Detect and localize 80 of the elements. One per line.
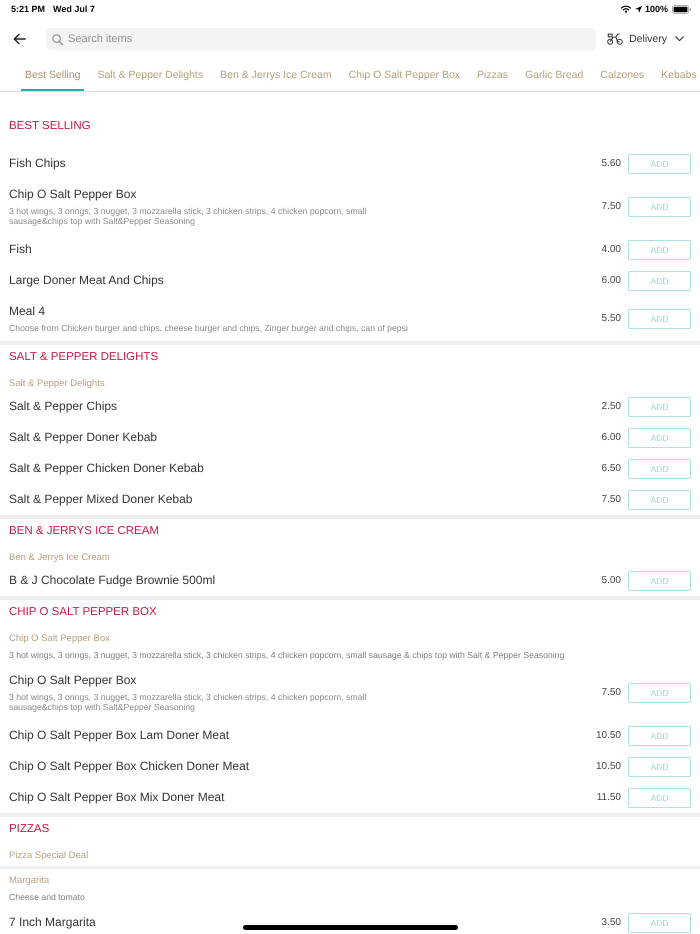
add-button[interactable]: ADD — [628, 270, 691, 290]
section-heading: BEN & JERRYS ICE CREAM — [9, 524, 159, 538]
section-heading: BEST SELLING — [9, 119, 91, 133]
add-button[interactable]: ADD — [628, 490, 691, 510]
subcategory-title: Pizza Special Deal — [9, 849, 88, 863]
add-button[interactable]: ADD — [628, 458, 691, 478]
delivery-dropdown[interactable]: Delivery — [607, 33, 684, 45]
add-button[interactable]: ADD — [628, 308, 691, 328]
battery-percent: 100% — [644, 4, 668, 14]
subcategory-title: Salt & Pepper Delights — [9, 377, 105, 391]
category-tab[interactable]: Pizzas — [473, 60, 512, 91]
add-button[interactable]: ADD — [628, 154, 691, 174]
item-name: Chip O Salt Pepper Box Lam Doner Meat — [9, 728, 230, 743]
wifi-icon — [620, 5, 631, 13]
back-arrow-icon[interactable] — [13, 33, 26, 45]
item-price: 5.50 — [602, 313, 621, 324]
item-name: Salt & Pepper Chips — [9, 399, 118, 414]
item-price: 6.50 — [602, 463, 621, 474]
item-price: 6.00 — [602, 275, 621, 286]
section-heading: CHIP O SALT PEPPER BOX — [9, 605, 157, 619]
subcategory-title: Ben & Jerrys Ice Cream — [9, 551, 110, 565]
add-button[interactable]: ADD — [628, 788, 691, 808]
item-price: 5.00 — [602, 575, 621, 586]
item-name: Salt & Pepper Mixed Doner Kebab — [9, 492, 192, 507]
subcategory-description: Cheese and tomato — [9, 891, 85, 903]
category-tab[interactable]: Garlic Bread — [520, 60, 588, 91]
category-tab[interactable]: Salt & Pepper Delights — [93, 60, 208, 91]
add-button[interactable]: ADD — [628, 196, 691, 216]
search-field[interactable]: Search items — [46, 28, 596, 50]
item-price: 4.00 — [602, 244, 621, 255]
item-name: Meal 4 — [9, 304, 46, 319]
item-price: 7.50 — [602, 201, 621, 212]
chevron-down-icon — [675, 36, 684, 42]
item-price: 10.50 — [596, 761, 621, 772]
item-description: 3 hot wings, 3 orings, 3 nugget, 3 mozzarella stick, 3 chicken strips, 4 chicken popcorn, small sausage&chips top with Salt&Pepper Seasoning — [9, 692, 368, 712]
add-button[interactable]: ADD — [628, 428, 691, 448]
add-button[interactable]: ADD — [628, 570, 691, 590]
bicycle-icon — [607, 33, 624, 45]
status-date: Wed Jul 7 — [53, 4, 95, 14]
item-name: B & J Chocolate Fudge Brownie 500ml — [9, 573, 216, 588]
battery-icon — [672, 4, 691, 14]
item-price: 5.60 — [602, 158, 621, 169]
location-arrow-icon — [634, 6, 642, 12]
item-name: Chip O Salt Pepper Box — [9, 187, 136, 202]
subcategory-description: 3 hot wings, 3 orings, 3 nugget, 3 mozzarella stick, 3 chicken strips, 4 chicken popcorn, small sausage & chips top with Salt & Pepper Seasoning — [9, 649, 564, 661]
item-price: 7.50 — [602, 687, 621, 698]
item-name: Salt & Pepper Chicken Doner Kebab — [9, 461, 204, 476]
category-tab[interactable]: Best Selling — [21, 60, 84, 91]
item-name: 7 Inch Margarita — [9, 915, 96, 930]
item-price: 3.50 — [602, 917, 621, 928]
subcategory-title: Margarita — [9, 874, 50, 888]
item-name: Chip O Salt Pepper Box Mix Doner Meat — [9, 790, 224, 805]
item-name: Salt & Pepper Doner Kebab — [9, 430, 158, 445]
category-tab[interactable]: Ben & Jerrys Ice Cream — [216, 60, 336, 91]
subcategory-title: Chip O Salt Pepper Box — [9, 632, 110, 646]
item-name: Chip O Salt Pepper Box — [9, 673, 136, 688]
add-button[interactable]: ADD — [628, 682, 691, 702]
add-button[interactable]: ADD — [628, 396, 691, 416]
item-price: 2.50 — [602, 401, 621, 412]
add-button[interactable]: ADD — [628, 726, 691, 746]
item-price: 11.50 — [596, 792, 621, 803]
add-button[interactable]: ADD — [628, 240, 691, 260]
search-icon — [52, 34, 63, 44]
add-button[interactable]: ADD — [628, 912, 691, 932]
item-name: Fish — [9, 242, 32, 257]
category-tab[interactable]: Chip O Salt Pepper Box — [344, 60, 464, 91]
category-tab[interactable]: Calzones — [596, 60, 648, 91]
item-name: Large Doner Meat And Chips — [9, 273, 164, 288]
item-description: 3 hot wings, 3 orings, 3 nugget, 3 mozzarella stick, 3 chicken strips, 4 chicken popcorn, small sausage&chips top with Salt&Pepper Seasoning — [9, 206, 368, 226]
item-name: Fish Chips — [9, 156, 66, 171]
section-heading: SALT & PEPPER DELIGHTS — [9, 350, 158, 364]
add-button[interactable]: ADD — [628, 756, 691, 776]
status-time: 5:21 PM — [11, 4, 46, 14]
item-description: Choose from Chicken burger and chips, cheese burger and chips, Zinger burger and chips, can of pepsi — [9, 323, 408, 333]
section-heading: PIZZAS — [9, 822, 50, 836]
item-price: 6.00 — [602, 432, 621, 443]
category-tab[interactable]: Kebabs — [657, 60, 700, 91]
item-price: 7.50 — [602, 494, 621, 505]
item-price: 10.50 — [596, 730, 621, 741]
item-name: Chip O Salt Pepper Box Chicken Doner Meat — [9, 759, 250, 774]
